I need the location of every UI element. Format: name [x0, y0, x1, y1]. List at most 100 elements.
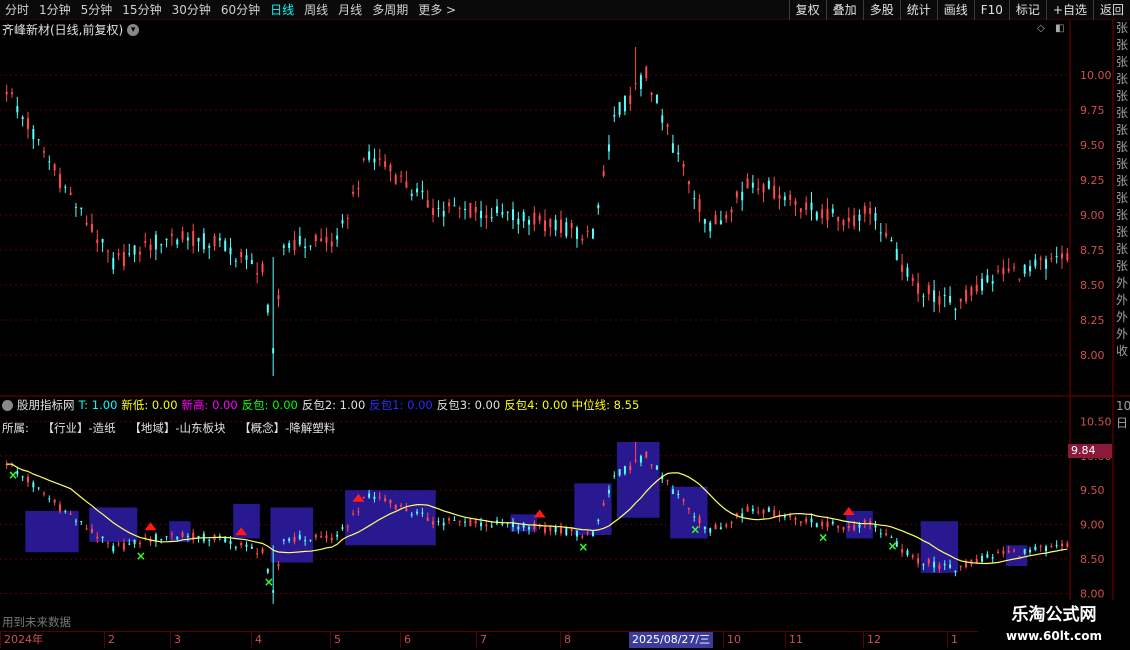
main-candle-body-176 [943, 294, 946, 297]
ind-candle-body-84 [453, 519, 456, 521]
tool-button-6[interactable]: 标记 [1008, 0, 1046, 20]
ind-candle-body-114 [613, 475, 616, 477]
main-candle-body-18 [101, 239, 104, 243]
ind-candle-body-113 [607, 489, 610, 494]
main-candle-body-42 [229, 247, 232, 255]
ind-axis-label-3: 9.00 [1080, 519, 1105, 532]
main-candle-body-85 [458, 207, 461, 209]
main-candle-body-111 [597, 204, 600, 209]
ind-candle-body-72 [389, 499, 392, 504]
main-candle-body-127 [682, 163, 685, 168]
main-candle-body-100 [538, 215, 541, 221]
period-tab-5[interactable]: 60分钟 [216, 0, 265, 20]
tool-button-0[interactable]: 复权 [788, 0, 826, 20]
tool-button-8[interactable]: 返回 [1092, 0, 1130, 20]
main-candle-body-120 [645, 66, 648, 79]
ind-axis-label-0: 10.50 [1080, 415, 1112, 428]
belongs-region: 【地域】-山东板块 [129, 421, 226, 435]
tool-button-7[interactable]: +自选 [1045, 0, 1093, 20]
period-tab-2[interactable]: 5分钟 [76, 0, 118, 20]
main-candle-body-19 [106, 251, 109, 253]
ind-candle-body-195 [1045, 546, 1048, 552]
main-candle-body-2 [16, 106, 19, 113]
ind-candle-body-49 [266, 568, 269, 573]
date-label-4: 5 [330, 632, 341, 648]
main-candle-body-33 [181, 231, 184, 240]
belongs-industry: 【行业】-造纸 [42, 421, 116, 435]
ind-candle-body-86 [464, 521, 467, 523]
ind-candle-body-76 [410, 514, 413, 516]
ind-candle-body-175 [938, 564, 941, 569]
ind-candle-body-6 [37, 487, 40, 489]
main-candle-body-144 [773, 185, 776, 199]
tool-button-1[interactable]: 叠加 [825, 0, 863, 20]
ind-candle-body-73 [394, 504, 397, 510]
ind-candle-body-148 [794, 517, 797, 520]
period-tab-10[interactable]: 更多 > [413, 0, 461, 20]
ind-candle-body-187 [1002, 550, 1005, 554]
ind-candle-body-149 [799, 521, 802, 524]
period-tab-8[interactable]: 月线 [333, 0, 367, 20]
main-candle-body-1 [10, 92, 13, 95]
ind-candle-body-68 [368, 493, 371, 498]
indicator-name[interactable]: 股朋指标网 [17, 397, 75, 413]
period-tab-1[interactable]: 1分钟 [34, 0, 76, 20]
tool-button-5[interactable]: F10 [973, 0, 1009, 20]
belongs-info: 所属: 【行业】-造纸 【地域】-山东板块 【概念】-降解塑料 [2, 420, 345, 436]
tool-button-4[interactable]: 画线 [936, 0, 974, 20]
ind-candle-body-44 [240, 542, 243, 546]
ind-candle-body-104 [559, 526, 562, 534]
tool-button-2[interactable]: 多股 [862, 0, 900, 20]
period-tab-4[interactable]: 30分钟 [167, 0, 216, 20]
main-candle-body-61 [330, 241, 333, 247]
main-candle-body-190 [1018, 278, 1021, 280]
main-candle-body-35 [192, 231, 195, 246]
main-candle-body-136 [730, 209, 733, 213]
main-candle-body-153 [821, 209, 824, 218]
main-candle-body-76 [410, 193, 413, 196]
period-tab-0[interactable]: 分时 [0, 0, 34, 20]
date-label-0: 2024年 [0, 632, 43, 648]
main-candle-body-60 [325, 236, 328, 243]
main-candle-body-175 [938, 296, 941, 305]
ind-candle-body-199 [1066, 543, 1069, 547]
main-candle-body-16 [90, 224, 93, 232]
main-candle-body-74 [400, 175, 403, 177]
date-label-8: 10 [723, 632, 741, 648]
ind-candle-body-183 [981, 555, 984, 562]
indicator-field-2: 新高: 0.00 [181, 398, 238, 412]
main-candle-body-147 [789, 194, 792, 200]
ind-candle-body-111 [597, 519, 600, 522]
main-candle-body-54 [293, 239, 296, 251]
ind-candle-body-132 [709, 528, 712, 533]
ind-candle-body-62 [336, 534, 339, 537]
ind-candle-body-178 [954, 570, 957, 572]
ind-candle-body-117 [629, 465, 632, 470]
indicator-field-4: 反包2: 1.00 [301, 398, 366, 412]
main-candle-body-31 [170, 233, 173, 236]
main-candle-body-172 [922, 295, 925, 297]
period-tab-9[interactable]: 多周期 [367, 0, 413, 20]
ind-candle-body-19 [106, 542, 109, 544]
ind-candle-body-30 [165, 536, 168, 538]
ind-candle-body-14 [80, 521, 83, 523]
ind-candle-body-171 [917, 558, 920, 564]
ind-candle-body-53 [288, 538, 291, 541]
ind-candle-body-71 [384, 498, 387, 501]
ind-candle-body-142 [762, 509, 765, 514]
main-candlestick-chart[interactable]: 10.00 9.75 9.50 9.25 9.00 8.75 8.50 8.25 8.00 [0, 20, 1130, 397]
main-candle-body-0 [5, 91, 8, 95]
ind-candle-body-42 [229, 540, 232, 545]
gear-icon[interactable] [2, 399, 13, 411]
period-tab-7[interactable]: 周线 [299, 0, 333, 20]
main-candle-body-66 [357, 188, 360, 190]
tool-button-3[interactable]: 统计 [899, 0, 937, 20]
main-candle-body-138 [741, 191, 744, 201]
main-candle-body-82 [442, 210, 445, 217]
ind-candle-body-63 [341, 527, 344, 529]
right-edge-panel-2: 10日 [1116, 399, 1130, 430]
period-tab-3[interactable]: 15分钟 [117, 0, 166, 20]
main-candle-body-55 [298, 236, 301, 245]
period-tab-6[interactable]: 日线 [265, 0, 299, 20]
main-candle-body-135 [725, 214, 728, 219]
